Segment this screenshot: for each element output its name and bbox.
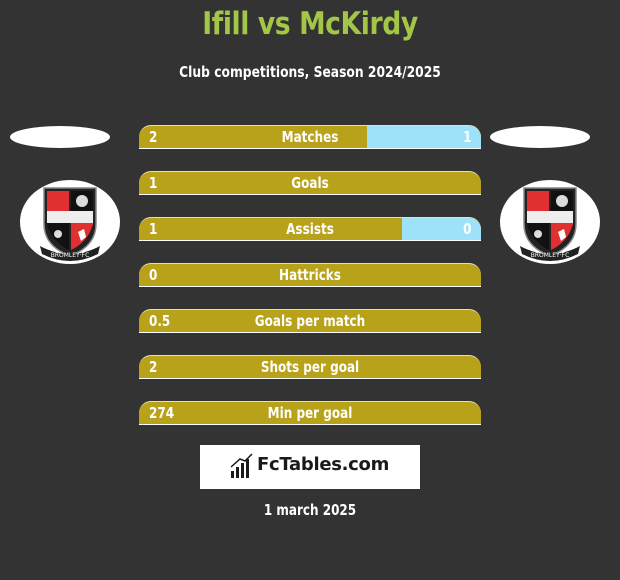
bar-chart-icon: [230, 453, 253, 478]
left-player-value: 274: [149, 404, 175, 422]
page-title: Ifill vs McKirdy: [202, 6, 418, 42]
left-player-value: 0: [149, 266, 158, 284]
stat-row-hattricks: 0 Hattricks: [139, 263, 481, 287]
fctables-brand-banner[interactable]: FcTables.com: [200, 445, 420, 489]
brand-name: FcTables.com: [257, 454, 390, 475]
page-subtitle: Club competitions, Season 2024/2025: [179, 63, 441, 81]
stat-label: Hattricks: [279, 266, 341, 284]
stat-row-goals-per-match: 0.5 Goals per match: [139, 309, 481, 333]
stat-label: Assists: [286, 220, 334, 238]
bromley-crest-icon: BROMLEY·FC: [40, 187, 100, 261]
left-player-value: 1: [149, 220, 158, 238]
bromley-crest-icon: BROMLEY·FC: [520, 187, 580, 261]
stat-label: Goals: [291, 174, 329, 192]
right-club-logo: BROMLEY·FC: [500, 180, 600, 264]
stat-label: Min per goal: [267, 404, 353, 422]
svg-text:BROMLEY·FC: BROMLEY·FC: [531, 252, 570, 259]
left-player-value: 2: [149, 358, 158, 376]
stat-row-min-per-goal: 274 Min per goal: [139, 401, 481, 425]
stat-row-shots-per-goal: 2 Shots per goal: [139, 355, 481, 379]
stat-row-matches: 2 Matches 1: [139, 125, 481, 149]
stat-row-goals: 1 Goals: [139, 171, 481, 195]
right-player-name-pill: [490, 126, 590, 148]
left-player-value: 1: [149, 174, 158, 192]
svg-text:BROMLEY·FC: BROMLEY·FC: [51, 252, 90, 259]
left-player-name-pill: [10, 126, 110, 148]
stat-label: Matches: [281, 128, 339, 146]
stat-label: Shots per goal: [260, 358, 360, 376]
stat-label: Goals per match: [254, 312, 366, 330]
right-player-value: 1: [462, 128, 471, 146]
match-date: 1 march 2025: [263, 501, 357, 519]
left-club-logo: BROMLEY·FC: [20, 180, 120, 264]
left-player-value: 2: [149, 128, 158, 146]
stat-row-assists: 1 Assists 0: [139, 217, 481, 241]
left-player-value: 0.5: [149, 312, 171, 330]
right-player-value: 0: [462, 220, 471, 238]
